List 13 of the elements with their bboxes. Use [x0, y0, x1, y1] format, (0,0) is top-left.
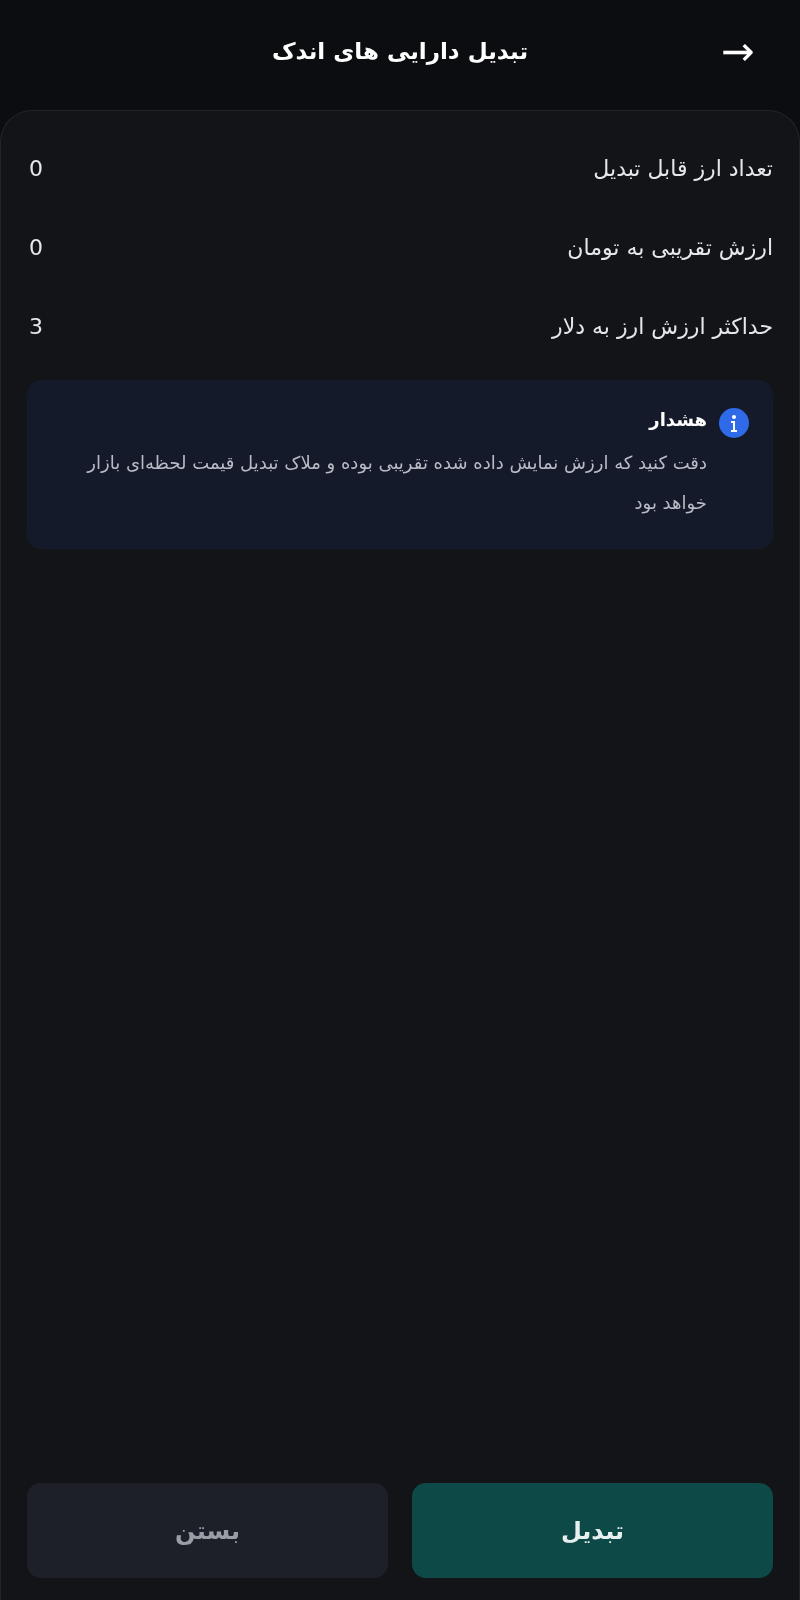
- close-button[interactable]: بستن: [27, 1483, 388, 1578]
- row-label: ارزش تقریبی به تومان: [567, 234, 773, 262]
- row-label: حداکثر ارزش ارز به دلار: [552, 313, 773, 341]
- warning-title: هشدار: [647, 408, 707, 432]
- convert-button[interactable]: تبدیل: [412, 1483, 773, 1578]
- row-label: تعداد ارز قابل تبدیل: [593, 155, 773, 183]
- back-button[interactable]: →: [716, 31, 760, 71]
- warning-text: دقت کنید که ارزش نمایش داده شده تقریبی بوده و ملاک تبدیل قیمت لحظه‌ای بازار خواهد بود: [85, 451, 707, 516]
- row-value: 3: [28, 313, 43, 341]
- page-title: تبدیل دارایی های اندک: [271, 36, 529, 67]
- info-icon: [719, 408, 749, 438]
- row-value: 0: [28, 155, 43, 183]
- row-value: 0: [28, 234, 43, 262]
